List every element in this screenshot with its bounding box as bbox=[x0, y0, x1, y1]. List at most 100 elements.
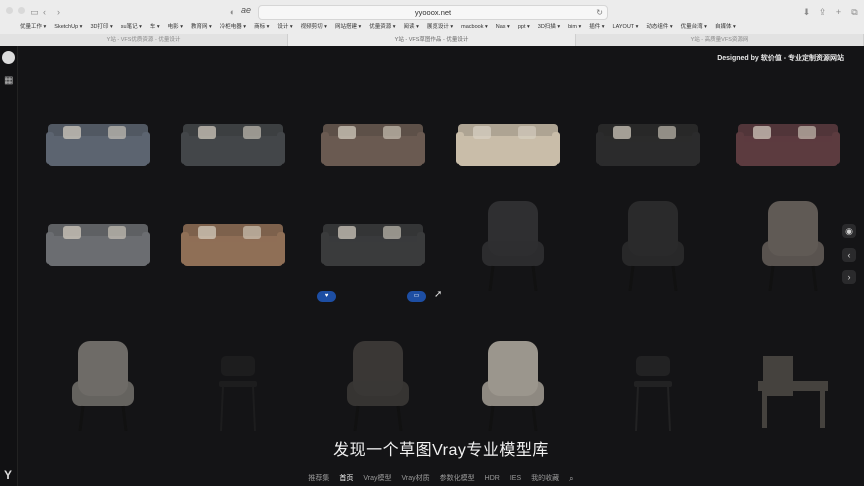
bookmark-item[interactable]: 车 ▾ bbox=[146, 22, 164, 33]
new-tab-icon[interactable]: + bbox=[832, 6, 845, 18]
model-render bbox=[736, 124, 840, 166]
browser-chrome: ▭ ‹ › ◐ ae yyooox.net ↻ ⬇ ⇪ + ⧉ 优量工作 ▾ S… bbox=[0, 0, 864, 46]
toolbar: ▭ ‹ › ◐ ae yyooox.net ↻ ⬇ ⇪ + ⧉ bbox=[0, 3, 864, 21]
browser-tab[interactable]: Y站 - 高质量VFS资源网 bbox=[576, 34, 864, 46]
model-thumbnail-maroon-sectional-sofa[interactable] bbox=[728, 86, 858, 196]
bookmark-item[interactable]: 商标 ▾ bbox=[250, 22, 273, 33]
model-thumbnail-grey-curved-chair[interactable] bbox=[728, 186, 858, 296]
bookmarks-bar: 优量工作 ▾ SketchUp ▾ 3D打印 ▾ su笔记 ▾ 车 ▾ 电影 ▾… bbox=[16, 22, 740, 33]
tab-overview-icon[interactable]: ⧉ bbox=[848, 6, 861, 18]
bookmark-item[interactable]: 视频剪切 ▾ bbox=[297, 22, 331, 33]
nav-item[interactable]: 我的收藏 bbox=[531, 471, 559, 486]
nav-item[interactable]: Vray材质 bbox=[402, 471, 430, 486]
model-render bbox=[219, 356, 257, 432]
model-thumbnail-black-bar-stool[interactable] bbox=[173, 326, 303, 436]
model-render bbox=[634, 356, 672, 432]
bookmark-item[interactable]: 3D扫描 ▾ bbox=[534, 22, 564, 33]
video-subtitle: 发现一个草图Vray专业模型库 bbox=[333, 442, 549, 459]
nav-item[interactable]: Vray模型 bbox=[363, 471, 391, 486]
chevron-right-icon[interactable]: › bbox=[842, 270, 856, 284]
model-render bbox=[72, 341, 134, 432]
model-render bbox=[321, 224, 425, 266]
bookmark-item[interactable]: 自媒体 ▾ bbox=[711, 22, 740, 33]
model-render bbox=[758, 356, 828, 428]
model-thumbnail-brown-sofa[interactable] bbox=[313, 86, 443, 196]
model-thumbnail-black-leather-sofa[interactable] bbox=[588, 86, 718, 196]
main-content: Designed by 软价值 - 专业定制资源网站 ♥ ▭ ➚ ◉ ‹ › 发… bbox=[18, 46, 864, 486]
share-icon[interactable]: ⇪ bbox=[816, 6, 829, 18]
forward-icon[interactable]: › bbox=[52, 6, 65, 18]
bookmark-item[interactable]: su笔记 ▾ bbox=[117, 22, 146, 33]
site-logo-icon[interactable] bbox=[2, 51, 15, 64]
bookmark-item[interactable]: Nas ▾ bbox=[492, 22, 514, 33]
search-icon[interactable]: ⌕ bbox=[569, 471, 573, 486]
shield-icon[interactable]: ◐ bbox=[226, 6, 239, 18]
footer-nav: 推荐集 首页 Vray模型 Vray材质 参数化模型 HDR IES 我的收藏 … bbox=[18, 471, 864, 486]
browser-tab[interactable]: Y站 - VFS优质资源 - 优量设计 bbox=[0, 34, 288, 46]
model-render bbox=[46, 124, 150, 166]
nav-item-home[interactable]: 首页 bbox=[339, 471, 353, 486]
model-thumbnail-black-lounge-chair[interactable] bbox=[448, 186, 578, 296]
bookmark-item[interactable]: 优量台湾 ▾ bbox=[677, 22, 711, 33]
address-bar[interactable]: yyooox.net ↻ bbox=[258, 5, 608, 20]
folder-icon[interactable]: ▭ bbox=[407, 291, 426, 302]
model-render bbox=[762, 201, 824, 292]
model-render bbox=[482, 201, 544, 292]
model-thumbnail-dark-lounge-chair[interactable] bbox=[313, 326, 443, 436]
close-window-button[interactable] bbox=[6, 7, 13, 14]
bookmark-item[interactable]: 设计 ▾ bbox=[273, 22, 296, 33]
tab-strip: Y站 - VFS优质资源 - 优量设计 Y站 - VFS草图作品 - 优量设计 … bbox=[0, 34, 864, 46]
model-render bbox=[321, 124, 425, 166]
bookmark-item[interactable]: 网站搭建 ▾ bbox=[331, 22, 365, 33]
model-thumbnail-dark-side-table[interactable] bbox=[728, 326, 858, 436]
model-render bbox=[596, 124, 700, 166]
mouse-cursor-icon: ➚ bbox=[434, 289, 443, 300]
model-thumbnail-grey-fabric-sofa[interactable] bbox=[38, 186, 168, 296]
url-text[interactable]: yyooox.net bbox=[259, 8, 607, 17]
nav-item[interactable]: HDR bbox=[485, 471, 500, 486]
minimize-window-button[interactable] bbox=[18, 7, 25, 14]
back-icon[interactable]: ‹ bbox=[38, 6, 51, 18]
bookmark-item[interactable]: 插件 ▾ bbox=[585, 22, 608, 33]
model-thumbnail-grey-tub-chair[interactable] bbox=[38, 326, 168, 436]
nav-item[interactable]: 参数化模型 bbox=[440, 471, 475, 486]
model-thumbnail-black-armchair[interactable] bbox=[588, 186, 718, 296]
bookmark-item[interactable]: LAYOUT ▾ bbox=[609, 22, 643, 33]
model-grid bbox=[18, 46, 864, 486]
model-thumbnail-dark-grey-sofa[interactable] bbox=[173, 86, 303, 196]
model-thumbnail-cream-l-sofa[interactable] bbox=[448, 86, 578, 196]
bookmark-item[interactable]: 优量工作 ▾ bbox=[16, 22, 50, 33]
model-render bbox=[181, 224, 285, 266]
bookmark-item[interactable]: 展览设计 ▾ bbox=[423, 22, 457, 33]
model-thumbnail-black-sofa-wood-frame[interactable] bbox=[313, 186, 443, 296]
qq-icon[interactable]: ◉ bbox=[842, 224, 856, 238]
model-thumbnail-white-dining-chair[interactable] bbox=[448, 326, 578, 436]
y-logo-icon[interactable]: Y bbox=[4, 468, 12, 482]
download-icon[interactable]: ⬇ bbox=[800, 6, 813, 18]
bookmark-item[interactable]: 电影 ▾ bbox=[164, 22, 187, 33]
bookmark-item[interactable]: ppt ▾ bbox=[514, 22, 534, 33]
bookmark-item[interactable]: 教育网 ▾ bbox=[187, 22, 216, 33]
nav-item[interactable]: IES bbox=[510, 471, 521, 486]
model-thumbnail-tan-sofa[interactable] bbox=[173, 186, 303, 296]
bookmark-item[interactable]: bim ▾ bbox=[564, 22, 585, 33]
window-controls bbox=[6, 7, 25, 14]
bookmark-item[interactable]: macbook ▾ bbox=[457, 22, 492, 33]
model-render bbox=[347, 341, 409, 432]
reload-icon[interactable]: ↻ bbox=[596, 8, 603, 17]
nav-item[interactable]: 推荐集 bbox=[308, 471, 329, 486]
ae-extension-label[interactable]: ae bbox=[241, 5, 251, 15]
bookmark-item[interactable]: 动态组件 ▾ bbox=[642, 22, 676, 33]
model-thumbnail-black-dining-chair[interactable] bbox=[588, 326, 718, 436]
bookmark-item[interactable]: 3D打印 ▾ bbox=[86, 22, 116, 33]
heart-icon[interactable]: ♥ bbox=[317, 291, 336, 302]
model-render bbox=[46, 224, 150, 266]
chevron-left-icon[interactable]: ‹ bbox=[842, 248, 856, 262]
model-thumbnail-grey-sectional-sofa[interactable] bbox=[38, 86, 168, 196]
bookmark-item[interactable]: 优量资源 ▾ bbox=[365, 22, 399, 33]
bookmark-item[interactable]: 冷柜电器 ▾ bbox=[216, 22, 250, 33]
grid-menu-icon[interactable]: ▦ bbox=[4, 76, 14, 86]
browser-tab-active[interactable]: Y站 - VFS草图作品 - 优量设计 bbox=[288, 34, 576, 46]
bookmark-item[interactable]: SketchUp ▾ bbox=[50, 22, 86, 33]
bookmark-item[interactable]: 阅读 ▾ bbox=[400, 22, 423, 33]
